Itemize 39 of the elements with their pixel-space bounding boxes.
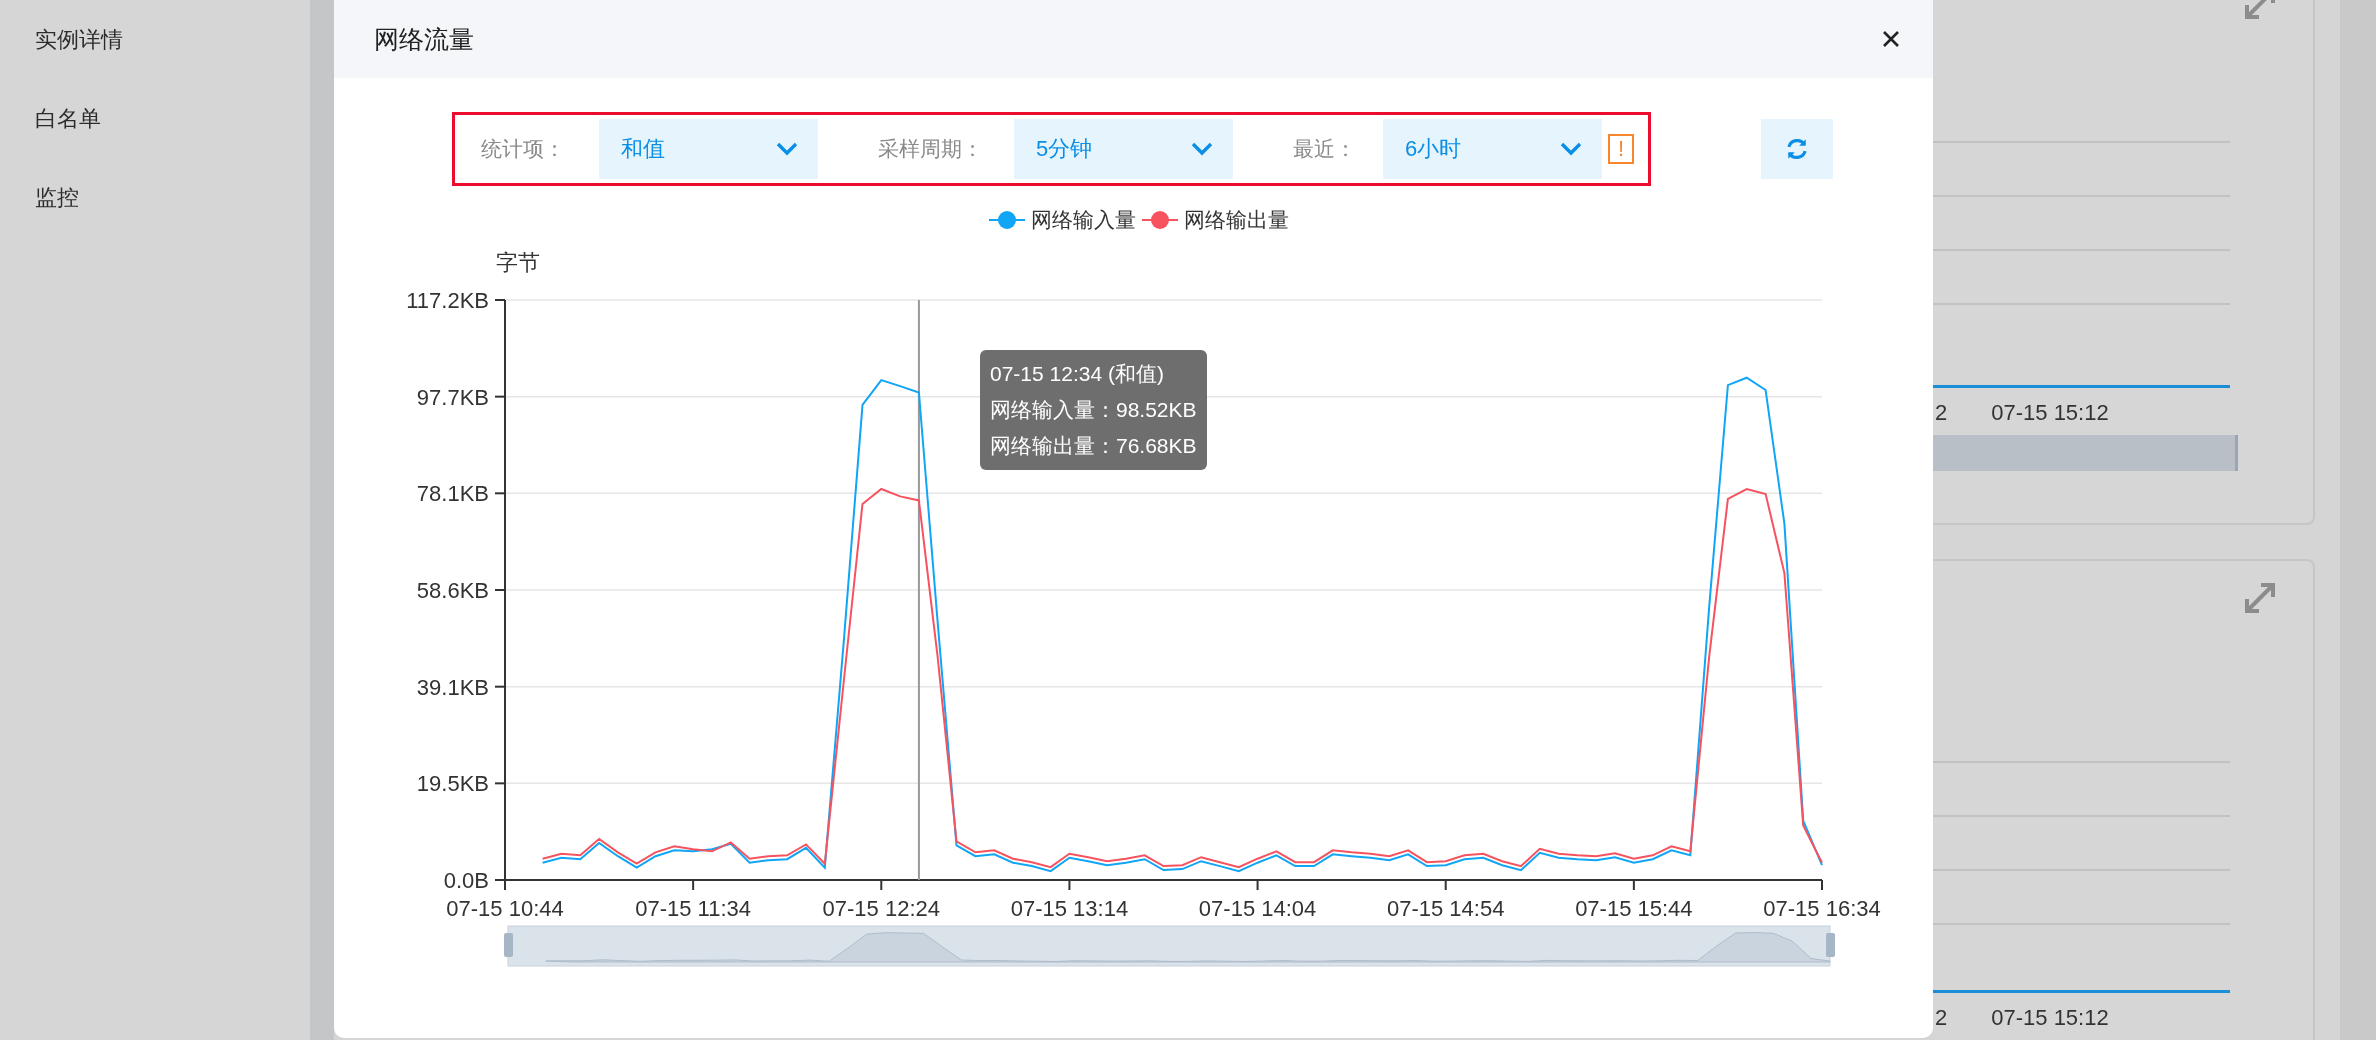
x-axis-label: 07-15 16:34: [1763, 896, 1881, 921]
tooltip-value: 网络输出量：76.68KB: [990, 433, 1197, 459]
sidebar-item[interactable]: 实例详情: [0, 20, 310, 60]
filter-label: 统计项：: [481, 136, 566, 162]
filter-label: 最近：: [1293, 136, 1357, 162]
tooltip-title: 07-15 12:34 (和值): [990, 361, 1165, 387]
dialog-title: 网络流量: [374, 23, 474, 55]
x-axis-label: 07-15 14:54: [1387, 896, 1505, 921]
tooltip-value: 网络输入量：98.52KB: [990, 397, 1197, 423]
x-axis-label: 07-15 10:44: [446, 896, 564, 921]
legend-label[interactable]: 网络输出量: [1183, 206, 1289, 234]
x-axis-label: 07-15 15:12: [1991, 400, 2109, 426]
x-axis-label: 2: [1935, 400, 1948, 426]
y-axis-label: 58.6KB: [416, 578, 489, 603]
y-axis-label: 117.2KB: [406, 288, 489, 313]
close-icon[interactable]: [1881, 29, 1901, 49]
zoom-slider[interactable]: [504, 925, 1835, 967]
x-axis-label: 07-15 14:04: [1198, 896, 1317, 921]
chevron-down-icon: [1560, 142, 1582, 156]
y-axis-label: 19.5KB: [416, 771, 489, 797]
chevron-down-icon: [776, 142, 798, 156]
x-axis-label: 2: [1935, 1005, 1948, 1031]
legend-label[interactable]: 网络输入量: [1030, 206, 1136, 234]
x-axis-label: 07-15 15:12: [1991, 1005, 2109, 1031]
refresh-button[interactable]: [1761, 119, 1833, 179]
chevron-down-icon: [1191, 142, 1213, 156]
x-axis-label: 07-15 13:14: [1010, 896, 1129, 921]
sidebar-item[interactable]: 白名单: [0, 99, 310, 139]
y-axis-label: 39.1KB: [416, 674, 489, 700]
y-axis-label: 97.7KB: [416, 384, 489, 410]
sidebar-item[interactable]: 监控: [0, 178, 310, 218]
axis-title: 字节: [496, 250, 540, 275]
x-axis-label: 07-15 15:44: [1575, 896, 1693, 921]
x-axis-label: 07-15 12:24: [822, 896, 940, 921]
x-axis-label: 07-15 11:34: [635, 896, 752, 921]
expand-icon[interactable]: [2243, 581, 2277, 615]
y-axis-label: 0.0B: [443, 868, 489, 893]
y-axis-label: 78.1KB: [416, 481, 489, 507]
filter-label: 采样周期：: [878, 136, 984, 162]
